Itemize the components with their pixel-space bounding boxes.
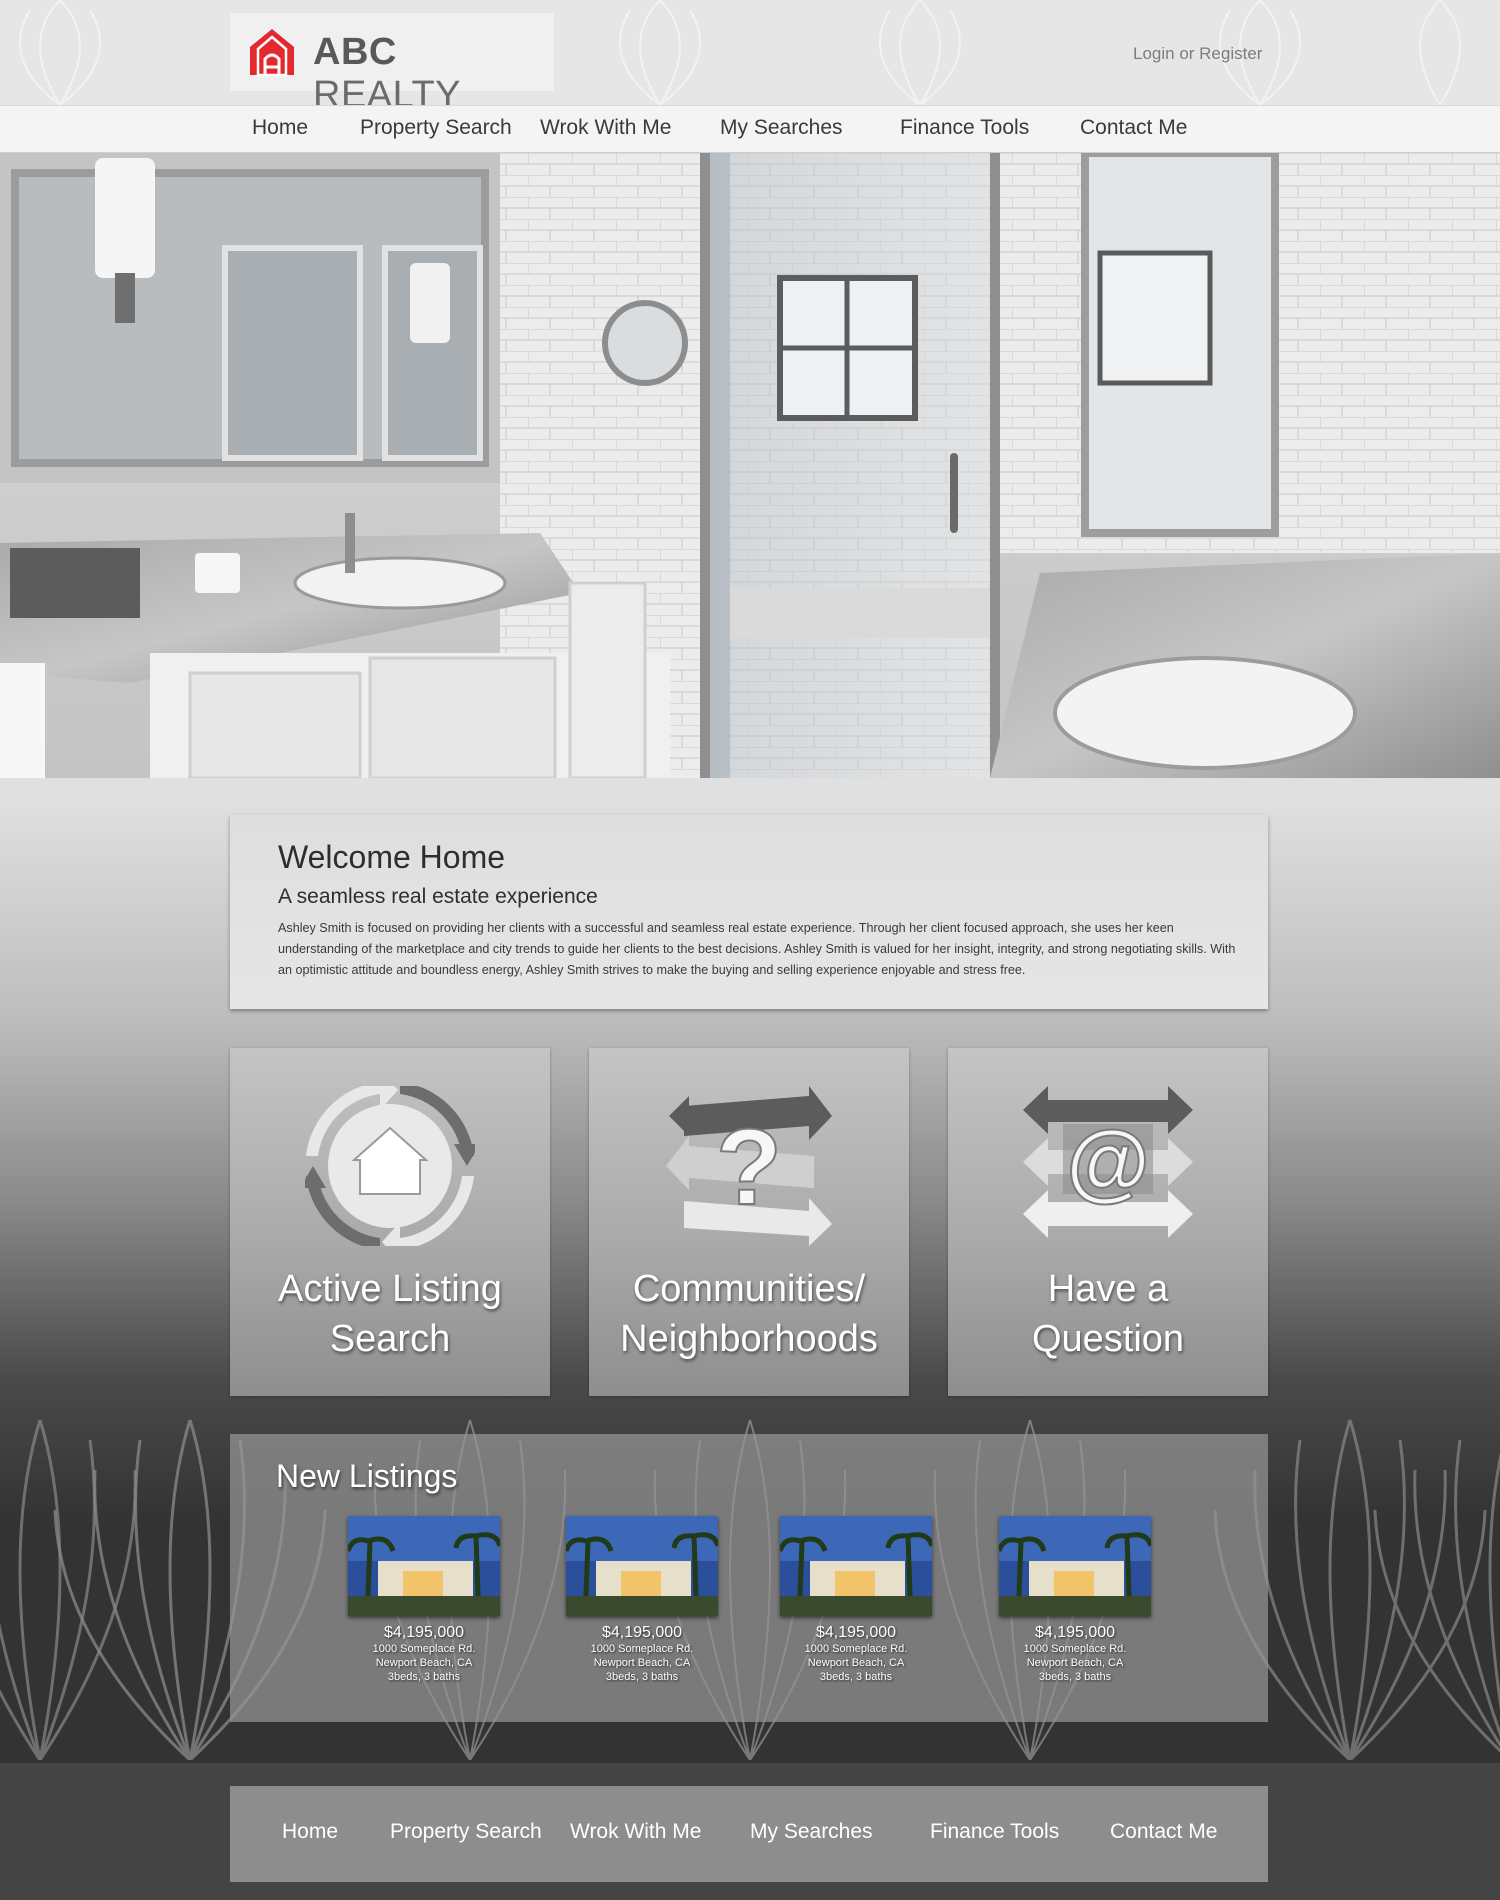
footer-item-property-search[interactable]: Property Search bbox=[390, 1820, 542, 1844]
feature-label-line1: Have a bbox=[1047, 1268, 1169, 1310]
nav-item-work-with-me[interactable]: Wrok With Me bbox=[540, 116, 671, 140]
listing-address: 1000 Someplace Rd. bbox=[372, 1643, 476, 1655]
footer-item-finance-tools[interactable]: Finance Tools bbox=[930, 1820, 1059, 1844]
communities-neighborhoods-tile[interactable]: ? Communities/ Neighborhoods bbox=[589, 1048, 909, 1396]
feature-label-line2: Question bbox=[1031, 1318, 1185, 1360]
listing-details: 3beds, 3 baths bbox=[605, 1671, 679, 1683]
listing-card[interactable]: $4,195,000 1000 Someplace Rd. Newport Be… bbox=[348, 1516, 500, 1684]
have-a-question-tile[interactable]: @ Have a Question bbox=[948, 1048, 1268, 1396]
welcome-panel: Welcome Home A seamless real estate expe… bbox=[230, 815, 1268, 1009]
feature-label-line2: Search bbox=[329, 1318, 451, 1360]
site-header: ABC REALTY Login or Register bbox=[0, 0, 1500, 105]
listing-address: 1000 Someplace Rd. bbox=[1023, 1643, 1127, 1655]
logo[interactable]: ABC REALTY bbox=[230, 13, 554, 105]
house-logo-icon bbox=[250, 29, 294, 77]
nav-item-contact-me[interactable]: Contact Me bbox=[1080, 116, 1187, 140]
listing-card[interactable]: $4,195,000 1000 Someplace Rd. Newport Be… bbox=[999, 1516, 1151, 1684]
login-register-link[interactable]: Login or Register bbox=[1133, 44, 1262, 64]
listing-address: 1000 Someplace Rd. bbox=[590, 1643, 694, 1655]
new-listings-panel: New Listings $4,195,000 1000 Someplace R… bbox=[230, 1434, 1268, 1722]
listing-card[interactable]: $4,195,000 1000 Someplace Rd. Newport Be… bbox=[566, 1516, 718, 1684]
listing-price: $4,195,000 bbox=[601, 1624, 683, 1641]
listing-photo bbox=[999, 1516, 1151, 1616]
header-fan-pattern bbox=[19, 0, 1461, 105]
listing-photo bbox=[780, 1516, 932, 1616]
active-listing-search-label: Active Listing Search bbox=[230, 1264, 550, 1364]
welcome-title: Welcome Home bbox=[278, 839, 506, 875]
footer-item-work-with-me[interactable]: Wrok With Me bbox=[570, 1820, 701, 1844]
nav-item-my-searches[interactable]: My Searches bbox=[720, 116, 843, 140]
logo-text: ABC REALTY bbox=[313, 31, 554, 105]
active-listing-search-tile[interactable]: Active Listing Search bbox=[230, 1048, 550, 1396]
new-listings-title: New Listings bbox=[276, 1458, 458, 1494]
listing-city: Newport Beach, CA bbox=[375, 1657, 473, 1669]
listing-details: 3beds, 3 baths bbox=[387, 1671, 461, 1683]
nav-item-home[interactable]: Home bbox=[252, 116, 308, 140]
house-cycle-icon bbox=[305, 1086, 475, 1246]
welcome-body: Ashley Smith is focused on providing her… bbox=[278, 921, 1236, 977]
listing-card[interactable]: $4,195,000 1000 Someplace Rd. Newport Be… bbox=[780, 1516, 932, 1684]
footer-item-contact-me[interactable]: Contact Me bbox=[1110, 1820, 1217, 1844]
listing-city: Newport Beach, CA bbox=[593, 1657, 691, 1669]
svg-text:@: @ bbox=[1066, 1114, 1150, 1210]
feature-label-line1: Active Listing bbox=[278, 1268, 502, 1310]
feature-label-line2: Neighborhoods bbox=[620, 1318, 878, 1360]
listing-details: 3beds, 3 baths bbox=[1038, 1671, 1112, 1683]
logo-text-bold: ABC bbox=[313, 31, 397, 73]
welcome-subtitle: A seamless real estate experience bbox=[278, 885, 598, 908]
question-arrows-icon: ? bbox=[666, 1086, 832, 1246]
nav-item-property-search[interactable]: Property Search bbox=[360, 116, 512, 140]
listing-price: $4,195,000 bbox=[815, 1624, 897, 1641]
communities-neighborhoods-label: Communities/ Neighborhoods bbox=[589, 1264, 909, 1364]
listing-details: 3beds, 3 baths bbox=[819, 1671, 893, 1683]
listing-photo bbox=[348, 1516, 500, 1616]
logo-text-light: REALTY bbox=[313, 74, 462, 105]
listing-city: Newport Beach, CA bbox=[807, 1657, 905, 1669]
listing-photo bbox=[566, 1516, 718, 1616]
hero-bathroom-photo bbox=[0, 153, 1500, 778]
listing-price: $4,195,000 bbox=[1034, 1624, 1116, 1641]
svg-text:?: ? bbox=[716, 1106, 782, 1227]
footer-item-home[interactable]: Home bbox=[282, 1820, 338, 1844]
footer-item-my-searches[interactable]: My Searches bbox=[750, 1820, 873, 1844]
hero-image bbox=[0, 153, 1500, 778]
main-nav: Home Property Search Wrok With Me My Sea… bbox=[0, 105, 1500, 153]
at-arrows-icon: @ bbox=[1023, 1086, 1193, 1238]
nav-item-finance-tools[interactable]: Finance Tools bbox=[900, 116, 1029, 140]
feature-label-line1: Communities/ bbox=[632, 1268, 866, 1310]
footer-nav: Home Property Search Wrok With Me My Sea… bbox=[230, 1786, 1268, 1882]
listing-city: Newport Beach, CA bbox=[1026, 1657, 1124, 1669]
have-a-question-label: Have a Question bbox=[948, 1264, 1268, 1364]
listing-price: $4,195,000 bbox=[383, 1624, 465, 1641]
listing-address: 1000 Someplace Rd. bbox=[804, 1643, 908, 1655]
